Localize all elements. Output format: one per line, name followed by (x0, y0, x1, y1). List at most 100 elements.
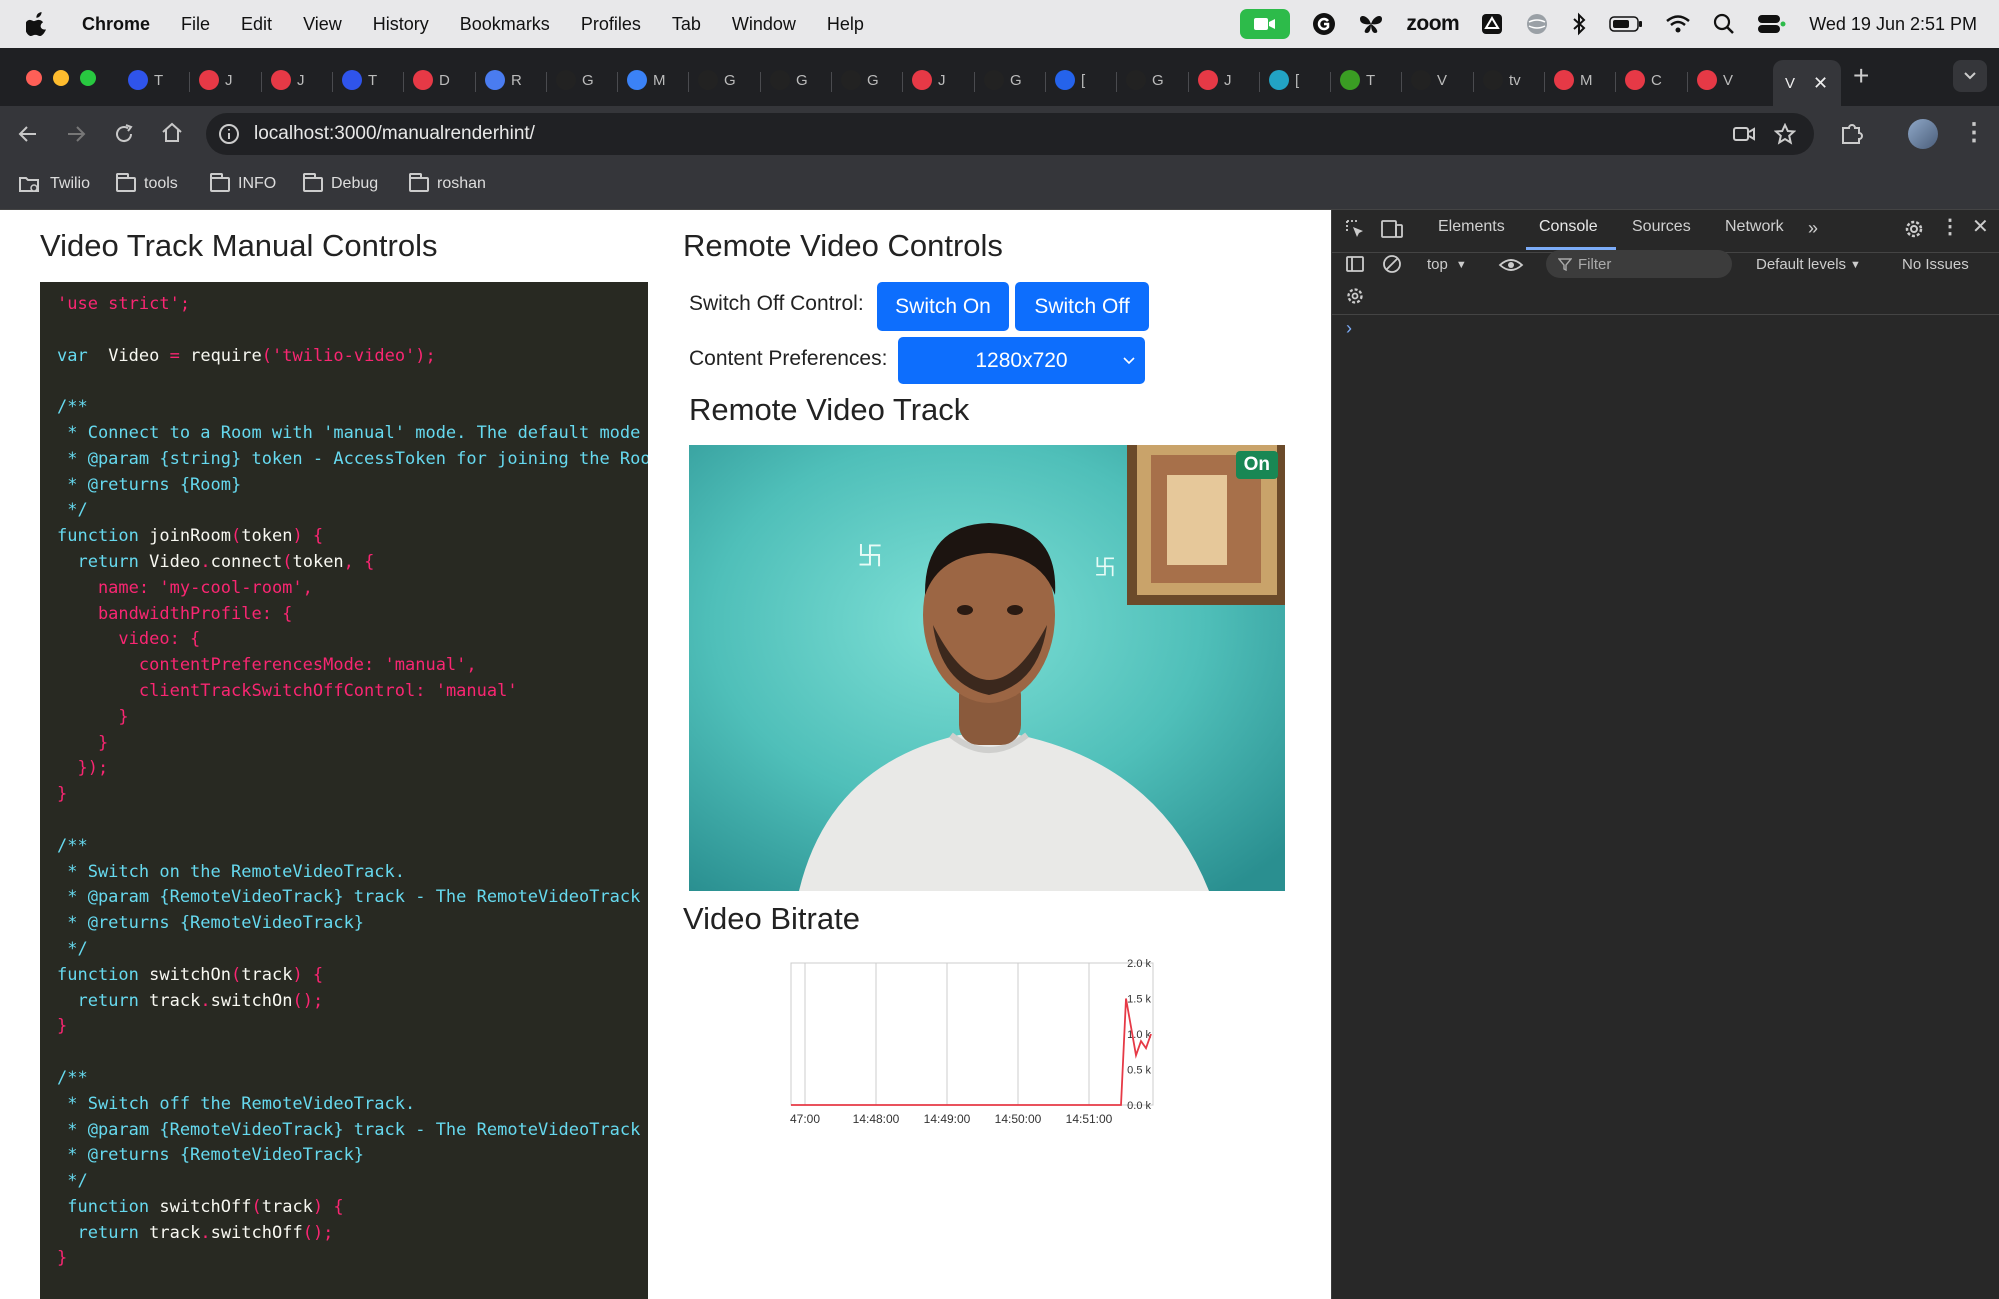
bookmark-star-icon[interactable] (1774, 123, 1796, 145)
menu-profiles[interactable]: Profiles (581, 14, 641, 35)
browser-tab[interactable]: tv (1483, 60, 1521, 100)
resolution-select[interactable]: 1280x720 (898, 337, 1145, 384)
browser-tab[interactable]: T (128, 60, 163, 100)
browser-tab[interactable]: J (1198, 60, 1232, 100)
browser-tab[interactable]: R (485, 60, 522, 100)
wifi-icon[interactable] (1665, 14, 1691, 34)
menu-view[interactable]: View (303, 14, 342, 35)
bookmark-label: tools (144, 175, 178, 192)
drive-icon[interactable] (1481, 13, 1503, 35)
switch-on-button[interactable]: Switch On (877, 282, 1009, 331)
live-expression-eye-icon[interactable] (1498, 255, 1524, 275)
clear-console-icon[interactable] (1381, 253, 1403, 275)
browser-tab[interactable]: V (1411, 60, 1447, 100)
browser-tab[interactable]: [ (1055, 60, 1085, 100)
address-bar[interactable]: localhost:3000/manualrenderhint/ (206, 113, 1814, 155)
zoom-menu-icon[interactable]: zoom (1406, 12, 1459, 36)
browser-tab[interactable]: V (1697, 60, 1733, 100)
close-tab-icon[interactable]: ✕ (1813, 73, 1828, 94)
menu-file[interactable]: File (181, 14, 210, 35)
site-info-icon[interactable] (218, 123, 240, 145)
browser-tab[interactable]: M (627, 60, 666, 100)
browser-tab[interactable]: G (841, 60, 879, 100)
remote-video-track-title: Remote Video Track (689, 392, 970, 427)
context-selector[interactable]: top ▼ (1427, 256, 1467, 273)
menu-edit[interactable]: Edit (241, 14, 272, 35)
profile-avatar[interactable] (1908, 119, 1938, 149)
tab-separator (403, 72, 404, 92)
menu-window[interactable]: Window (732, 14, 796, 35)
close-window-button[interactable] (26, 70, 42, 86)
browser-tab[interactable]: M (1554, 60, 1593, 100)
settings-gear-icon[interactable] (1903, 218, 1925, 240)
menu-app-name[interactable]: Chrome (82, 14, 150, 35)
bluetooth-icon[interactable] (1571, 12, 1587, 36)
console-prompt-icon[interactable]: › (1346, 318, 1352, 339)
browser-tab[interactable]: T (1340, 60, 1375, 100)
devtools-tab-console[interactable]: Console (1539, 218, 1598, 236)
forward-icon[interactable] (64, 122, 88, 146)
browser-tab[interactable]: J (912, 60, 946, 100)
devtools-more-icon[interactable]: ⋮ (1940, 214, 1960, 239)
fullscreen-window-button[interactable] (80, 70, 96, 86)
bookmark-info[interactable]: INFO (210, 172, 276, 193)
grammarly-icon[interactable] (1312, 12, 1336, 36)
browser-tab[interactable]: G (984, 60, 1022, 100)
minimize-window-button[interactable] (53, 70, 69, 86)
menu-bookmarks[interactable]: Bookmarks (460, 14, 550, 35)
bookmark-tools[interactable]: tools (116, 172, 178, 193)
sidebar-toggle-icon[interactable] (1344, 253, 1366, 275)
code-line: * @param {string} token - AccessToken fo… (57, 448, 648, 469)
devtools-tab-elements[interactable]: Elements (1438, 218, 1505, 236)
apple-icon[interactable] (26, 12, 48, 36)
bookmark-roshan[interactable]: roshan (409, 172, 486, 193)
switch-off-button[interactable]: Switch Off (1015, 282, 1149, 331)
tab-label: tv (1509, 71, 1521, 89)
code-line: clientTrackSwitchOffControl: 'manual' (57, 680, 518, 701)
inspect-element-icon[interactable] (1344, 218, 1366, 240)
menu-tab[interactable]: Tab (672, 14, 701, 35)
log-levels-dropdown[interactable]: Default levels ▼ (1756, 256, 1861, 273)
browser-tab[interactable]: C (1625, 60, 1662, 100)
browser-tab[interactable]: G (698, 60, 736, 100)
chrome-menu-icon[interactable]: ⋮ (1962, 118, 1986, 147)
menu-clock[interactable]: Wed 19 Jun 2:51 PM (1809, 14, 1977, 35)
close-devtools-icon[interactable]: ✕ (1972, 214, 1989, 239)
browser-tab[interactable]: J (271, 60, 305, 100)
remote-video[interactable]: 卐 卐 On (689, 445, 1285, 891)
browser-tab[interactable]: T (342, 60, 377, 100)
battery-icon[interactable] (1609, 15, 1643, 33)
extensions-puzzle-icon[interactable] (1839, 120, 1865, 146)
menu-help[interactable]: Help (827, 14, 864, 35)
console-settings-gear-icon[interactable] (1345, 286, 1365, 306)
code-block: 'use strict'; var Video = require('twili… (40, 282, 648, 1299)
more-tabs-icon[interactable]: » (1808, 218, 1818, 239)
devtools-tab-sources[interactable]: Sources (1632, 218, 1691, 236)
bookmark-debug[interactable]: Debug (303, 172, 378, 193)
butterfly-icon[interactable] (1358, 13, 1384, 35)
back-icon[interactable] (16, 122, 40, 146)
spotlight-search-icon[interactable] (1713, 13, 1735, 35)
home-icon[interactable] (160, 121, 184, 145)
camera-in-use-icon[interactable] (1732, 124, 1756, 144)
vpn-globe-icon[interactable] (1525, 12, 1549, 36)
browser-tab[interactable]: [ (1269, 60, 1299, 100)
bookmark-twilio[interactable]: Twilio (18, 175, 90, 193)
url-text[interactable]: localhost:3000/manualrenderhint/ (254, 123, 535, 145)
browser-tab[interactable]: G (556, 60, 594, 100)
new-tab-icon[interactable]: + (1853, 60, 1869, 92)
control-center-icon[interactable] (1757, 13, 1787, 35)
browser-tab[interactable]: G (770, 60, 808, 100)
tab-search-button[interactable] (1953, 60, 1987, 92)
browser-tab[interactable]: J (199, 60, 233, 100)
tab-active[interactable]: V ✕ (1773, 60, 1841, 106)
browser-tab[interactable]: D (413, 60, 450, 100)
reload-icon[interactable] (112, 122, 136, 146)
menu-history[interactable]: History (373, 14, 429, 35)
device-toolbar-icon[interactable] (1380, 218, 1404, 240)
browser-tab[interactable]: G (1126, 60, 1164, 100)
issues-counter[interactable]: No Issues (1902, 256, 1969, 273)
facetime-icon[interactable] (1240, 9, 1291, 39)
devtools-tab-network[interactable]: Network (1725, 218, 1784, 236)
console-filter-input[interactable]: Filter (1546, 250, 1732, 278)
